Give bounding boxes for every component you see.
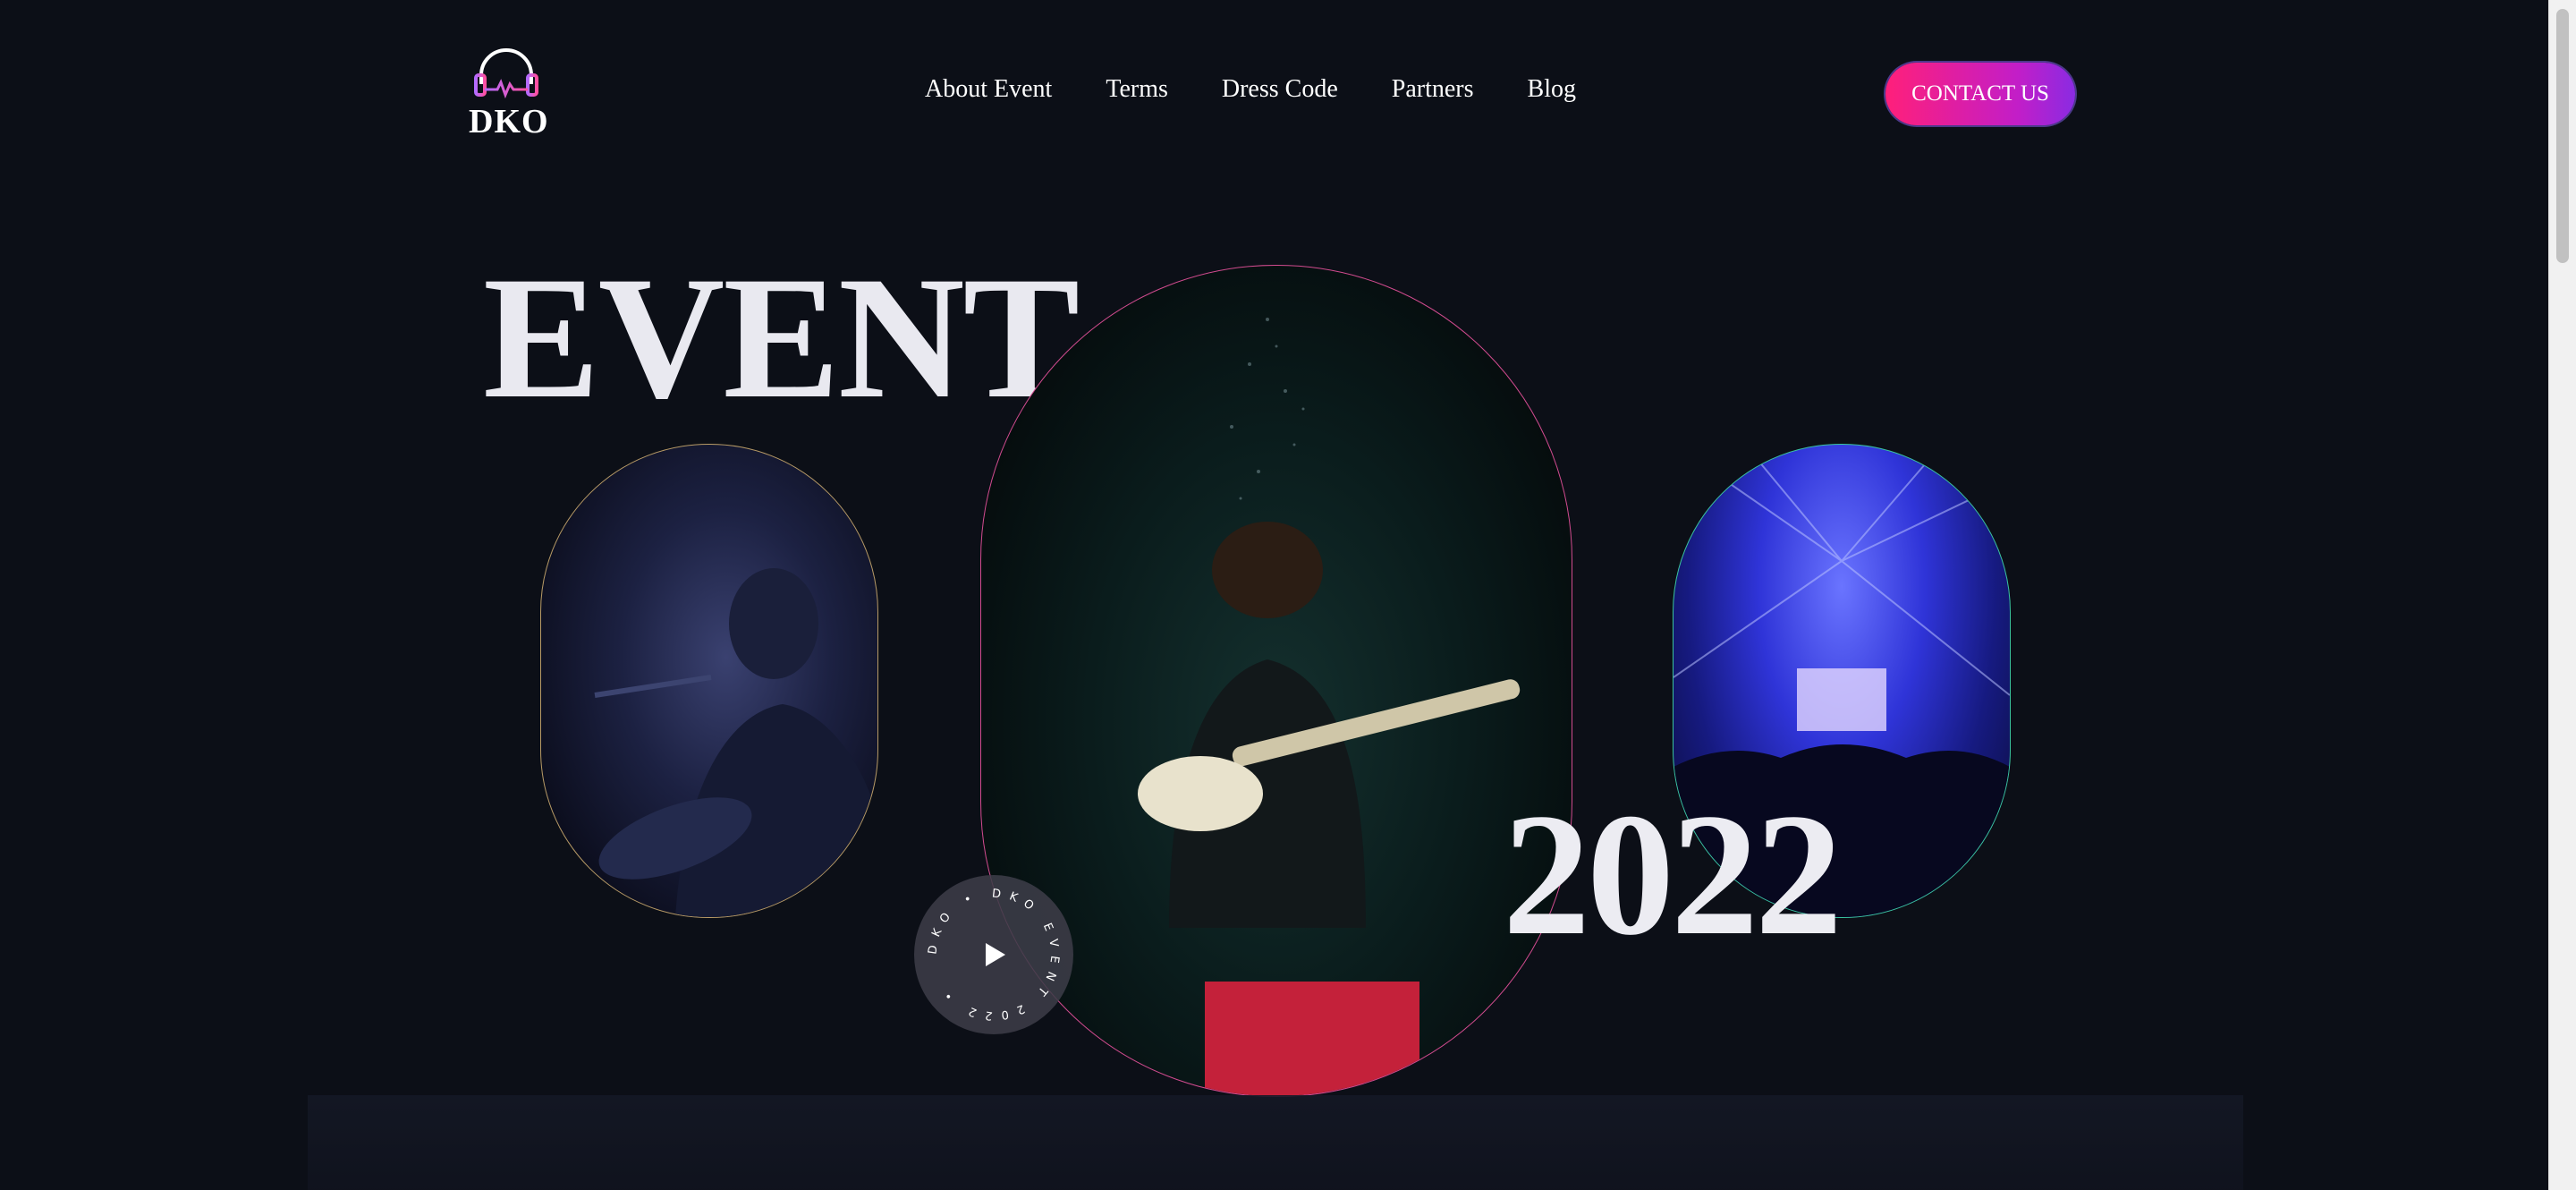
page-scrollbar[interactable]: [2548, 0, 2576, 1190]
play-icon[interactable]: [971, 932, 1016, 977]
main-nav: About Event Terms Dress Code Partners Bl…: [925, 75, 1576, 104]
video-play-badge[interactable]: DKO • DKO EVENT 2022 •: [914, 875, 1073, 1034]
scrollbar-thumb[interactable]: [2556, 9, 2569, 263]
contact-us-button[interactable]: CONTACT US: [1885, 63, 2075, 125]
hero-year: 2022: [1503, 778, 1843, 972]
brand-name: DKO: [469, 103, 549, 140]
nav-about-event[interactable]: About Event: [925, 75, 1052, 104]
nav-blog[interactable]: Blog: [1528, 75, 1576, 104]
brand-logo[interactable]: DKO: [469, 48, 549, 140]
hero-title: EVENT: [483, 241, 1080, 435]
landing-page: DKO About Event Terms Dress Code Partner…: [0, 0, 2549, 1190]
crowd-banner: [308, 1095, 2243, 1190]
nav-terms[interactable]: Terms: [1106, 75, 1168, 104]
nav-dress-code[interactable]: Dress Code: [1222, 75, 1338, 104]
singer-silhouette: [594, 568, 877, 917]
headphones-heartbeat-icon: [474, 48, 538, 99]
nav-partners[interactable]: Partners: [1392, 75, 1474, 104]
singer-with-guitar-photo: [540, 444, 878, 918]
